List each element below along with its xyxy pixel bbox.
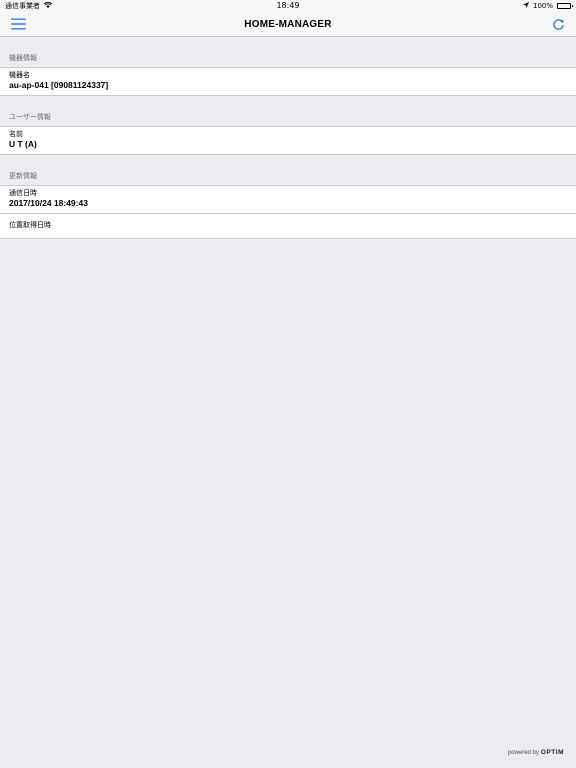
- status-left: 通信事業者: [5, 1, 53, 11]
- device-name-label: 機器名: [9, 71, 30, 79]
- powered-by-text: powered by: [507, 749, 539, 756]
- update-info-group: 通信日時 2017/10/24 18:49:43 位置取得日時: [0, 185, 576, 239]
- status-right: 100%: [522, 2, 573, 10]
- powered-by-footer: powered by OPTIM: [508, 749, 564, 756]
- location-arrow-icon: [522, 2, 529, 10]
- brand-logo: OPTIM: [540, 749, 564, 756]
- communication-time-label: 通信日時: [9, 189, 37, 197]
- section-header-update: 更新情報: [9, 172, 37, 180]
- device-name-cell: 機器名 au-ap-041 [09081124337]: [0, 68, 576, 95]
- status-bar: 通信事業者 18:49 100%: [0, 0, 576, 12]
- hamburger-menu-icon[interactable]: [9, 15, 27, 33]
- section-header-device: 機器情報: [9, 54, 37, 62]
- device-info-group: 機器名 au-ap-041 [09081124337]: [0, 67, 576, 96]
- status-time: 18:49: [276, 1, 300, 10]
- wifi-icon: [43, 1, 53, 10]
- location-time-label: 位置取得日時: [9, 220, 51, 229]
- location-time-cell: 位置取得日時: [0, 213, 576, 238]
- communication-time-value: 2017/10/24 18:49:43: [9, 198, 88, 208]
- user-name-value: U T (A): [9, 139, 37, 149]
- device-name-value: au-ap-041 [09081124337]: [9, 80, 109, 90]
- carrier-label: 通信事業者: [5, 2, 40, 10]
- refresh-icon[interactable]: [549, 15, 567, 33]
- section-header-user: ユーザー情報: [9, 113, 51, 121]
- user-name-cell: 名前 U T (A): [0, 127, 576, 154]
- navigation-bar: HOME-MANAGER: [0, 12, 576, 37]
- communication-time-cell: 通信日時 2017/10/24 18:49:43: [0, 186, 576, 213]
- user-name-label: 名前: [9, 130, 23, 138]
- page-title: HOME-MANAGER: [244, 18, 332, 30]
- user-info-group: 名前 U T (A): [0, 126, 576, 155]
- battery-percent: 100%: [532, 2, 553, 10]
- battery-icon: [557, 3, 573, 9]
